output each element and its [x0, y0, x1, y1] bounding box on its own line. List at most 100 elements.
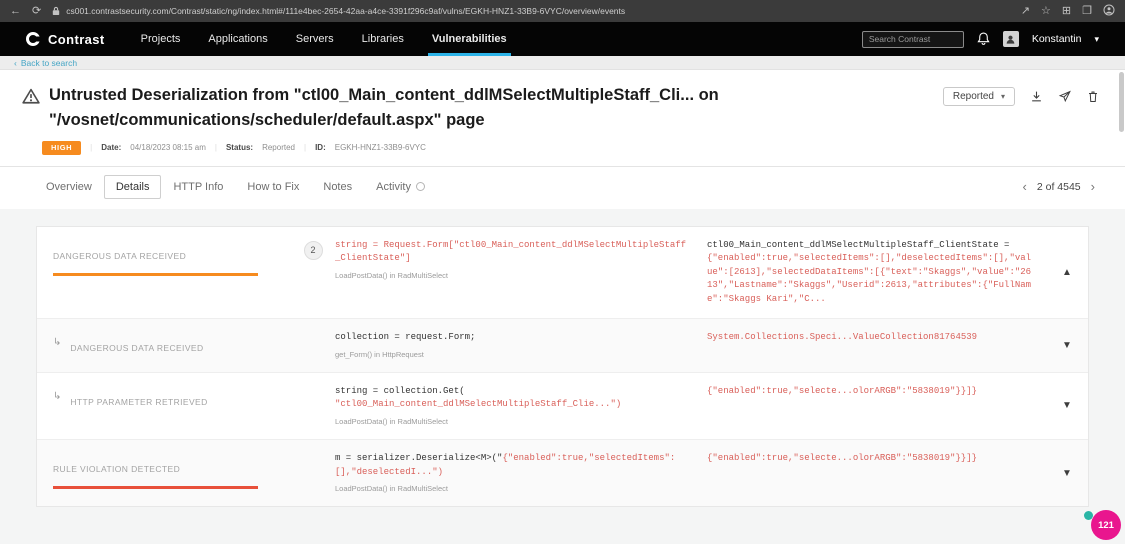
event-code-text: string = collection.Get(: [335, 386, 465, 396]
event-value: ctl00_Main_content_ddlMSelectMultipleSta…: [691, 239, 1046, 307]
tabs-icon[interactable]: ❐: [1082, 6, 1092, 17]
event-caption: LoadPostData() in RadMultiSelect: [335, 416, 691, 427]
branch-arrow-icon: ↳: [53, 338, 61, 348]
event-label: DANGEROUS DATA RECEIVED: [53, 251, 186, 261]
event-row-rule-violation-detected[interactable]: RULE VIOLATION DETECTED m = serializer.D…: [37, 440, 1088, 506]
events-card: DANGEROUS DATA RECEIVED 2 string = Reque…: [36, 226, 1089, 508]
contrast-logo[interactable]: Contrast: [26, 22, 105, 56]
separator: |: [215, 143, 217, 152]
collapse-caret-up-icon[interactable]: ▲: [1046, 267, 1088, 278]
url-bar[interactable]: cs001.contrastsecurity.com/Contrast/stat…: [66, 6, 1010, 16]
event-caption: LoadPostData() in RadMultiSelect: [335, 270, 691, 281]
nav-item-applications[interactable]: Applications: [194, 22, 281, 56]
back-link-label: Back to search: [21, 58, 77, 68]
event-code-text: m = serializer.Deserialize<M>(": [335, 453, 502, 463]
user-menu-caret-icon[interactable]: ▾: [1094, 34, 1099, 45]
event-value-data: System.Collections.Speci...ValueCollecti…: [707, 332, 977, 342]
nav-item-libraries[interactable]: Libraries: [348, 22, 418, 56]
event-label: HTTP PARAMETER RETRIEVED: [70, 397, 207, 407]
extensions-icon[interactable]: ⊞: [1062, 6, 1071, 17]
event-value: {"enabled":true,"selecte...olorARGB":"58…: [691, 385, 1046, 399]
event-row-dangerous-data-received-1[interactable]: DANGEROUS DATA RECEIVED 2 string = Reque…: [37, 227, 1088, 320]
scrollbar-thumb[interactable]: [1119, 72, 1124, 132]
event-label: DANGEROUS DATA RECEIVED: [70, 343, 203, 353]
browser-chrome: ← ⟳ cs001.contrastsecurity.com/Contrast/…: [0, 0, 1125, 22]
status-dropdown-button[interactable]: Reported ▾: [943, 87, 1015, 106]
severity-badge: HIGH: [42, 141, 81, 155]
vulnerability-meta: HIGH | Date: 04/18/2023 08:15 am | Statu…: [42, 141, 1097, 155]
nav-item-vulnerabilities[interactable]: Vulnerabilities: [418, 22, 521, 56]
event-value: System.Collections.Speci...ValueCollecti…: [691, 331, 1046, 345]
contrast-logo-mark-icon: [26, 32, 40, 46]
tab-activity[interactable]: Activity: [364, 175, 437, 199]
star-icon[interactable]: ☆: [1041, 6, 1051, 17]
branch-arrow-icon: ↳: [53, 392, 61, 402]
event-value-data: {"enabled":true,"selecte...olorARGB":"58…: [707, 386, 977, 396]
event-label: RULE VIOLATION DETECTED: [53, 464, 180, 474]
previous-vulnerability-icon[interactable]: ‹: [1023, 180, 1027, 193]
expand-caret-down-icon[interactable]: ▼: [1046, 468, 1088, 479]
event-label-block: ↳ DANGEROUS DATA RECEIVED: [53, 338, 291, 356]
tab-notes[interactable]: Notes: [311, 175, 364, 199]
expand-caret-down-icon[interactable]: ▼: [1046, 340, 1088, 351]
tab-http-info[interactable]: HTTP Info: [161, 175, 235, 199]
separator: |: [304, 143, 306, 152]
date-value: 04/18/2023 08:15 am: [130, 143, 206, 152]
pagination-text: 2 of 4545: [1037, 181, 1081, 193]
event-row-dangerous-data-received-2[interactable]: ↳ DANGEROUS DATA RECEIVED collection = r…: [37, 319, 1088, 373]
delete-trash-icon[interactable]: [1087, 90, 1099, 103]
browser-reload-icon[interactable]: ⟳: [32, 6, 41, 17]
next-vulnerability-icon[interactable]: ›: [1091, 180, 1095, 193]
page-title: Untrusted Deserialization from "ctl00_Ma…: [49, 83, 994, 133]
notifications-bell-icon[interactable]: [977, 32, 990, 46]
status-value: Reported: [262, 143, 295, 152]
export-download-icon[interactable]: [1030, 90, 1043, 103]
event-code: string = Request.Form["ctl00_Main_conten…: [335, 239, 691, 281]
lock-icon: [52, 6, 60, 16]
vulnerability-header: Untrusted Deserialization from "ctl00_Ma…: [0, 70, 1125, 167]
browser-back-icon[interactable]: ←: [10, 6, 21, 17]
event-caption: LoadPostData() in RadMultiSelect: [335, 483, 691, 494]
share-icon[interactable]: ↗: [1021, 6, 1030, 17]
id-label: ID:: [315, 143, 326, 152]
pagination: ‹ 2 of 4545 ›: [1023, 180, 1095, 193]
user-name[interactable]: Konstantin: [1032, 33, 1082, 45]
tab-overview[interactable]: Overview: [34, 175, 104, 199]
caret-down-icon: ▾: [1001, 92, 1005, 101]
status-label: Status:: [226, 143, 253, 152]
header-right: Konstantin ▾: [862, 22, 1099, 56]
event-value: {"enabled":true,"selecte...olorARGB":"58…: [691, 452, 1046, 466]
chevron-left-icon: ‹: [14, 58, 17, 68]
nav-item-projects[interactable]: Projects: [127, 22, 195, 56]
event-value-name: ctl00_Main_content_ddlMSelectMultipleSta…: [707, 239, 1036, 253]
screen: ← ⟳ cs001.contrastsecurity.com/Contrast/…: [0, 0, 1125, 544]
send-share-icon[interactable]: [1058, 90, 1072, 103]
id-value: EGKH-HNZ1-33B9-6VYC: [335, 143, 426, 152]
tab-activity-label: Activity: [376, 181, 411, 193]
brand-name: Contrast: [48, 32, 105, 47]
nav-item-servers[interactable]: Servers: [282, 22, 348, 56]
event-value-data: {"enabled":true,"selectedItems":[],"dese…: [707, 253, 1031, 304]
date-label: Date:: [101, 143, 121, 152]
activity-status-dot-icon: [416, 182, 425, 191]
event-code-text: collection = request.Form;: [335, 332, 475, 342]
tabs-row: Overview Details HTTP Info How to Fix No…: [0, 167, 1125, 209]
status-dropdown-label: Reported: [953, 91, 994, 102]
tab-details[interactable]: Details: [104, 175, 162, 199]
event-code: string = collection.Get( "ctl00_Main_con…: [335, 385, 691, 427]
event-caption: get_Form() in HttpRequest: [335, 349, 691, 360]
event-badge-slot: 2: [291, 241, 335, 260]
event-code: m = serializer.Deserialize<M>("{"enabled…: [335, 452, 691, 494]
chat-widget-badge[interactable]: 121: [1091, 510, 1121, 540]
user-avatar[interactable]: [1003, 31, 1019, 47]
event-label-block: DANGEROUS DATA RECEIVED: [53, 246, 291, 276]
expand-caret-down-icon[interactable]: ▼: [1046, 400, 1088, 411]
tab-how-to-fix[interactable]: How to Fix: [235, 175, 311, 199]
separator: |: [90, 143, 92, 152]
browser-profile-icon[interactable]: [1103, 4, 1115, 19]
warning-triangle-icon: [22, 88, 40, 104]
event-count-badge: 2: [304, 241, 323, 260]
event-row-http-parameter-retrieved[interactable]: ↳ HTTP PARAMETER RETRIEVED string = coll…: [37, 373, 1088, 440]
back-to-search-link[interactable]: ‹ Back to search: [14, 58, 77, 68]
search-input[interactable]: [862, 31, 964, 48]
